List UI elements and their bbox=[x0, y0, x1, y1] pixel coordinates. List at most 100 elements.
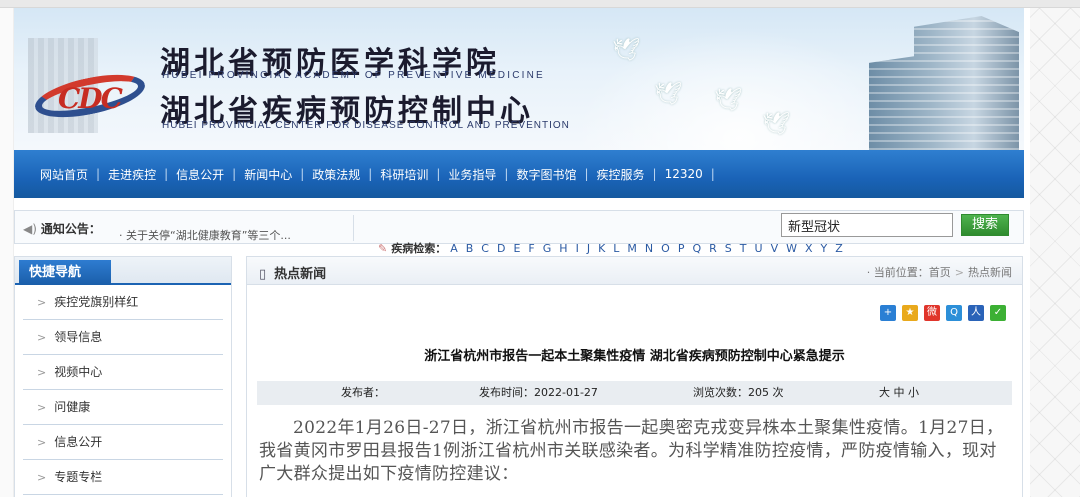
building-image bbox=[869, 16, 1019, 150]
qzone-share-icon[interactable]: ★ bbox=[902, 305, 918, 321]
notice-bar: ◀)通知公告： · 关于关停“湖北健康教育”等三个... 搜索 bbox=[14, 210, 1024, 244]
plus-share-icon[interactable]: + bbox=[880, 305, 896, 321]
tencent-share-icon[interactable]: Q bbox=[946, 305, 962, 321]
sidebar-item-label: 专题专栏 bbox=[54, 470, 103, 484]
sidebar-item-video[interactable]: > 视频中心 bbox=[23, 355, 223, 390]
nav-services[interactable]: 疾控服务 bbox=[589, 166, 653, 183]
disease-letter-v[interactable]: V bbox=[771, 242, 779, 255]
disease-letter-o[interactable]: O bbox=[661, 242, 670, 255]
disease-index-letters: ABCDEFGHIJKLMNOPQRSTUVWXYZ bbox=[446, 242, 847, 255]
site-subtitle-cdc: HUBEI PROVINCIAL CENTER FOR DISEASE CONT… bbox=[162, 120, 570, 131]
chevron-right-icon: > bbox=[37, 296, 47, 309]
notice-divider bbox=[353, 215, 354, 241]
chevron-right-icon: > bbox=[37, 471, 47, 484]
disease-letter-t[interactable]: T bbox=[740, 242, 747, 255]
logo-text: CDC bbox=[58, 82, 123, 115]
site-banner: 🕊 🕊 🕊 🕊 CDC 湖北省预防医学科学院 HUBEI PROVINCIAL … bbox=[14, 8, 1024, 150]
dove-icon: 🕊 bbox=[762, 112, 790, 137]
sidebar-item-topics[interactable]: > 专题专栏 bbox=[23, 460, 223, 495]
disease-letter-a[interactable]: A bbox=[450, 242, 458, 255]
breadcrumb-home[interactable]: 首页 bbox=[929, 266, 951, 279]
search-button[interactable]: 搜索 bbox=[961, 214, 1009, 236]
disease-letter-h[interactable]: H bbox=[559, 242, 567, 255]
disease-letter-g[interactable]: G bbox=[543, 242, 552, 255]
disease-letter-u[interactable]: U bbox=[755, 242, 763, 255]
disease-letter-s[interactable]: S bbox=[725, 242, 732, 255]
font-size-switcher[interactable]: 大 中 小 bbox=[879, 381, 919, 405]
disease-letter-f[interactable]: F bbox=[528, 242, 534, 255]
meta-time: 发布时间：2022-01-27 bbox=[479, 386, 598, 399]
article-panel-header: ▯ 热点新闻 · 当前位置：首页 > 热点新闻 bbox=[247, 257, 1022, 285]
sidebar-item-info-public[interactable]: > 信息公开 bbox=[23, 425, 223, 460]
renren-share-icon[interactable]: 人 bbox=[968, 305, 984, 321]
disease-letter-r[interactable]: R bbox=[709, 242, 717, 255]
sidebar-item-label: 疾控党旗别样红 bbox=[54, 295, 139, 309]
background-pattern bbox=[1030, 8, 1080, 497]
sidebar-item-label: 视频中心 bbox=[54, 365, 103, 379]
disease-letter-l[interactable]: L bbox=[613, 242, 619, 255]
article-panel: ▯ 热点新闻 · 当前位置：首页 > 热点新闻 + ★ 微 Q 人 ✓ 浙江省杭州市报告一起本土… bbox=[246, 256, 1023, 497]
chevron-right-icon: > bbox=[37, 366, 47, 379]
nav-guidance[interactable]: 业务指导 bbox=[440, 166, 504, 183]
disease-letter-n[interactable]: N bbox=[645, 242, 653, 255]
document-icon: ▯ bbox=[259, 267, 267, 282]
notice-label: ◀) 通知公告： bbox=[23, 220, 101, 237]
nav-policy[interactable]: 政策法规 bbox=[304, 166, 368, 183]
disease-index: ✎ 疾病检索： A B C D E F G H I J K L M N O P Q R S T U V W X Y Z bbox=[378, 240, 847, 256]
meta-publisher: 发布者： bbox=[341, 386, 385, 399]
disease-letter-d[interactable]: D bbox=[497, 242, 505, 255]
sidebar-header: 快捷导航 bbox=[15, 257, 231, 285]
browser-top-strip bbox=[0, 0, 1080, 8]
sidebar-item-ask-health[interactable]: > 问健康 bbox=[23, 390, 223, 425]
meta-views: 浏览次数：205 次 bbox=[693, 386, 784, 399]
section-title-text: 热点新闻 bbox=[274, 267, 327, 282]
search-input[interactable] bbox=[781, 213, 953, 237]
disease-letter-b[interactable]: B bbox=[466, 242, 474, 255]
share-toolbar: + ★ 微 Q 人 ✓ bbox=[880, 305, 1006, 321]
nav-library[interactable]: 数字图书馆 bbox=[508, 166, 584, 183]
pencil-icon: ✎ bbox=[378, 242, 388, 255]
nav-about[interactable]: 走进疾控 bbox=[100, 166, 164, 183]
speaker-icon: ◀) bbox=[23, 222, 37, 236]
weibo-share-icon[interactable]: 微 bbox=[924, 305, 940, 321]
nav-separator: | bbox=[710, 167, 715, 181]
disease-letter-z[interactable]: Z bbox=[835, 242, 843, 255]
disease-letter-i[interactable]: I bbox=[576, 242, 579, 255]
breadcrumb: · 当前位置：首页 > 热点新闻 bbox=[867, 264, 1012, 280]
chevron-right-icon: > bbox=[37, 331, 47, 344]
section-title: ▯ 热点新闻 bbox=[259, 263, 326, 282]
disease-letter-p[interactable]: P bbox=[678, 242, 685, 255]
disease-letter-e[interactable]: E bbox=[513, 242, 520, 255]
main-nav: 网站首页 | 走进疾控 | 信息公开 | 新闻中心 | 政策法规 | 科研培训 | 业务指导… bbox=[14, 150, 1024, 198]
nav-news[interactable]: 新闻中心 bbox=[236, 166, 300, 183]
disease-letter-w[interactable]: W bbox=[786, 242, 797, 255]
article-body: 2022年1月26日-27日，浙江省杭州市报告一起奥密克戎变异株本土聚集性疫情。… bbox=[259, 418, 1004, 484]
chevron-right-icon: > bbox=[37, 401, 47, 414]
dove-icon: 🕊 bbox=[714, 88, 742, 113]
article-title: 浙江省杭州市报告一起本土聚集性疫情 湖北省疾病预防控制中心紧急提示 bbox=[424, 349, 845, 364]
notice-link[interactable]: · 关于关停“湖北健康教育”等三个... bbox=[119, 227, 291, 243]
article-meta: 发布者： 发布时间：2022-01-27 浏览次数：205 次 大 中 小 bbox=[257, 381, 1012, 405]
disease-index-label: 疾病检索： bbox=[391, 242, 447, 255]
cdc-logo[interactable]: CDC bbox=[28, 38, 153, 133]
disease-letter-j[interactable]: J bbox=[587, 242, 590, 255]
disease-letter-c[interactable]: C bbox=[481, 242, 489, 255]
nav-home[interactable]: 网站首页 bbox=[32, 166, 96, 183]
site-subtitle-academy: HUBEI PROVINCIAL ACADEMY OF PREVENTIVE M… bbox=[162, 70, 545, 81]
nav-info-public[interactable]: 信息公开 bbox=[168, 166, 232, 183]
disease-letter-y[interactable]: Y bbox=[821, 242, 828, 255]
sidebar-item-party[interactable]: > 疾控党旗别样红 bbox=[23, 285, 223, 320]
sidebar-item-label: 信息公开 bbox=[54, 435, 103, 449]
disease-letter-x[interactable]: X bbox=[805, 242, 813, 255]
disease-letter-q[interactable]: Q bbox=[692, 242, 701, 255]
nav-research[interactable]: 科研培训 bbox=[372, 166, 436, 183]
disease-letter-k[interactable]: K bbox=[598, 242, 605, 255]
disease-letter-m[interactable]: M bbox=[627, 242, 637, 255]
quick-nav-sidebar: 快捷导航 > 疾控党旗别样红 > 领导信息 > 视频中心 > 问健康 > 信息公开 > 专题… bbox=[14, 256, 232, 497]
breadcrumb-prefix: · 当前位置： bbox=[866, 266, 929, 279]
left-margin bbox=[0, 8, 14, 497]
wechat-share-icon[interactable]: ✓ bbox=[990, 305, 1006, 321]
nav-hotline[interactable]: 12320 bbox=[657, 167, 711, 181]
sidebar-item-leaders[interactable]: > 领导信息 bbox=[23, 320, 223, 355]
breadcrumb-current[interactable]: 热点新闻 bbox=[968, 266, 1012, 279]
